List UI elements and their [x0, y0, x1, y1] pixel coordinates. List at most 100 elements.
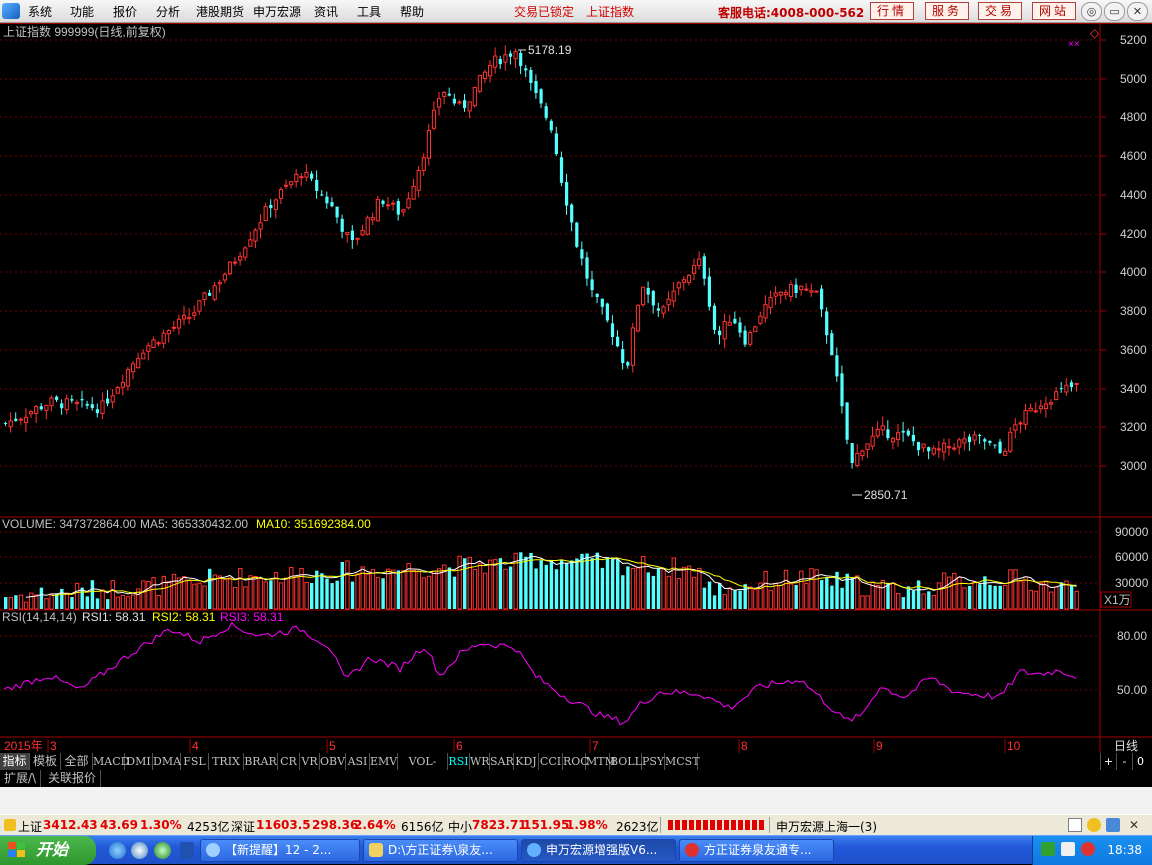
menu-tools[interactable]: 工具 [357, 3, 381, 20]
candle-body [146, 345, 151, 352]
quotes-button[interactable]: 行情 [870, 2, 914, 20]
candle-body [263, 206, 268, 221]
tab-dma[interactable]: DMA [153, 753, 181, 770]
menu-swhy[interactable]: 申万宏源 [253, 3, 301, 20]
lock-icon[interactable] [1087, 818, 1101, 832]
restore-button[interactable]: ▭ [1104, 2, 1125, 21]
menu-news[interactable]: 资讯 [314, 3, 338, 20]
related-quotes-button[interactable]: 关联报价 [44, 770, 102, 787]
tab-wr[interactable]: WR [470, 753, 490, 770]
tab-template[interactable]: 模板 [30, 753, 61, 770]
candle-body [110, 395, 115, 403]
tab-dmi[interactable]: DMI [125, 753, 153, 770]
volume-bar [820, 580, 824, 609]
task-fangzheng[interactable]: 方正证券泉友通专... [679, 839, 834, 862]
zoom-out-button[interactable]: - [1116, 753, 1132, 770]
tab-indicator[interactable]: 指标 [0, 753, 30, 770]
notepad-icon[interactable] [1068, 818, 1082, 832]
tab-vr[interactable]: VR [300, 753, 320, 770]
tab-trix[interactable]: TRIX [209, 753, 244, 770]
low-price-label: 2850.71 [864, 488, 908, 502]
period-label[interactable]: 日线 [1114, 739, 1138, 753]
wifi-icon[interactable] [1106, 818, 1120, 832]
candle-body [8, 420, 13, 428]
expand-button[interactable]: 扩展/\ [0, 770, 42, 787]
tab-cr[interactable]: CR [278, 753, 300, 770]
volume-bar [585, 553, 589, 609]
volume-bar [671, 557, 676, 610]
candle-body [18, 418, 23, 421]
candle-body [845, 402, 849, 440]
candle-body [727, 321, 732, 326]
volume-bar [289, 566, 294, 610]
task-forum[interactable]: 【新提醒】12 - 2... [200, 839, 360, 862]
candle-body [519, 52, 523, 67]
high-price-label: 5178.19 [528, 43, 572, 57]
tab-sar[interactable]: SAR [490, 753, 514, 770]
candle-body [1038, 405, 1044, 410]
menu-function[interactable]: 功能 [70, 3, 94, 20]
candle-body [136, 358, 141, 369]
service-button[interactable]: 服务 [925, 2, 969, 20]
current-index-link[interactable]: 上证指数 [586, 3, 634, 20]
tab-roc[interactable]: ROC [563, 753, 589, 770]
menu-quotes[interactable]: 报价 [113, 3, 137, 20]
tab-boll[interactable]: BOLL [610, 753, 642, 770]
server-status[interactable]: 申万宏源上海一(3) [776, 818, 877, 835]
menu-help[interactable]: 帮助 [400, 3, 424, 20]
tab-asi[interactable]: ASI [346, 753, 370, 770]
tab-rsi[interactable]: RSI [448, 753, 470, 770]
tab-kdj[interactable]: KDJ [514, 753, 539, 770]
trade-button[interactable]: 交易 [978, 2, 1022, 20]
corner-diamond-icon[interactable]: ◇ [1090, 26, 1100, 40]
start-button[interactable]: 开始 [0, 836, 96, 865]
zx-index-name[interactable]: 中小 [448, 818, 472, 835]
email-icon[interactable] [131, 842, 148, 859]
tab-all[interactable]: 全部 [61, 753, 93, 770]
minimize-button[interactable]: ◎ [1081, 2, 1102, 21]
tab-mcst[interactable]: MCST [665, 753, 700, 770]
tab-macd[interactable]: MACD [93, 753, 129, 770]
close-small-icon[interactable]: ✕ [1127, 818, 1141, 832]
volume-bar [880, 579, 886, 610]
close-button[interactable]: ✕ [1127, 2, 1148, 21]
volume-icon[interactable] [1061, 842, 1075, 856]
tab-fsl[interactable]: FSL [181, 753, 209, 770]
candle-body [457, 101, 462, 104]
task-folder[interactable]: D:\方正证券\泉友... [363, 839, 518, 862]
ie-icon[interactable] [109, 842, 126, 859]
show-desktop-icon[interactable] [180, 842, 194, 859]
volume-bar [559, 560, 564, 609]
volume-bar [875, 584, 880, 610]
volume-bar [269, 580, 273, 609]
zoom-in-button[interactable]: + [1100, 753, 1116, 770]
volume-bar [972, 581, 977, 610]
task-swhy[interactable]: 申万宏源增强版V6... [521, 839, 676, 862]
tab-vol-tdx[interactable]: VOL-TDX [398, 753, 448, 785]
tab-cci[interactable]: CCI [539, 753, 563, 770]
menu-hk-futures[interactable]: 港股期货 [196, 3, 244, 20]
chart-area[interactable]: 5200 5000 4800 4600 4400 4200 4000 3800 … [0, 23, 1152, 753]
sz-index-name[interactable]: 深证 [231, 818, 255, 835]
network-icon[interactable] [1041, 842, 1055, 856]
sh-index-name[interactable]: 上证 [18, 818, 42, 835]
security-icon[interactable] [1081, 842, 1095, 856]
tab-obv[interactable]: OBV [320, 753, 346, 770]
tab-psy[interactable]: PSY [642, 753, 665, 770]
volume-bar [626, 566, 630, 609]
tab-brar[interactable]: BRAR [244, 753, 278, 770]
chart-canvas[interactable]: 5200 5000 4800 4600 4400 4200 4000 3800 … [0, 23, 1152, 753]
reset-button[interactable]: 0 [1132, 753, 1148, 770]
menu-system[interactable]: 系统 [28, 3, 52, 20]
tab-mtm[interactable]: MTM [586, 753, 616, 770]
candle-body [273, 199, 278, 211]
website-button[interactable]: 网站 [1032, 2, 1076, 20]
menu-analysis[interactable]: 分析 [156, 3, 180, 20]
trade-lock-status[interactable]: 交易已锁定 [514, 3, 574, 20]
volume-bar [722, 594, 727, 610]
chrome-icon[interactable] [154, 842, 171, 859]
candle-body [549, 120, 553, 131]
clock[interactable]: 18:38 [1107, 843, 1142, 857]
tab-emv[interactable]: EMV [370, 753, 398, 770]
candle-body [416, 169, 421, 191]
